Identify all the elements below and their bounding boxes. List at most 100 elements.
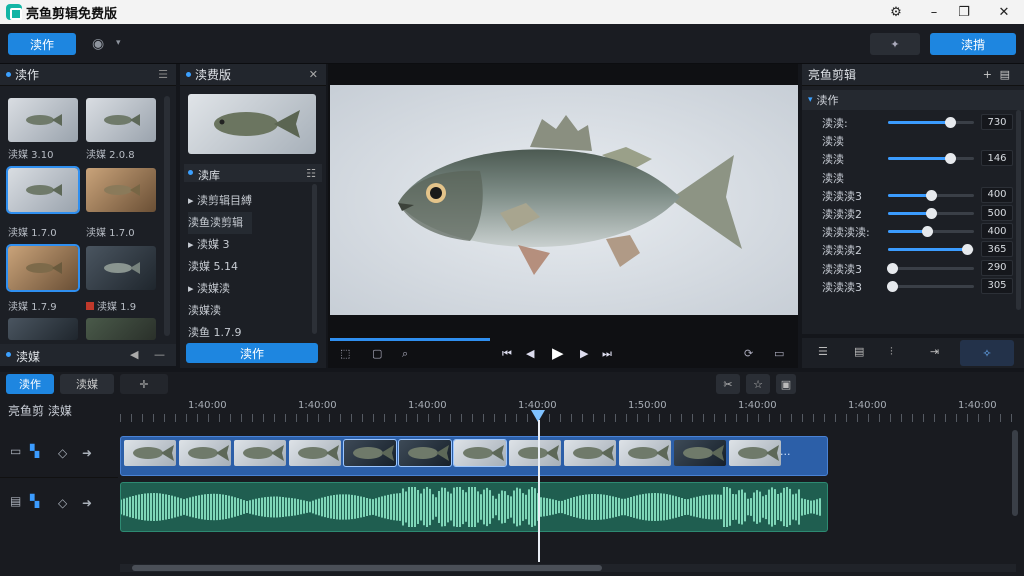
media-thumb[interactable] (8, 318, 78, 340)
fullscreen-icon[interactable]: ▢ (372, 347, 382, 360)
property-row: 渎渎: 730 (806, 112, 1016, 132)
audio-link-icon[interactable]: ➜ (82, 446, 92, 460)
snapshot-icon[interactable]: ▣ (776, 374, 796, 394)
property-slider[interactable] (888, 244, 974, 256)
timeline-scrollbar-thumb[interactable] (132, 565, 602, 571)
timeline-vscroll[interactable] (1012, 430, 1018, 516)
property-slider[interactable] (888, 208, 974, 219)
property-slider[interactable] (888, 226, 974, 238)
property-value[interactable]: 290 (981, 259, 1013, 276)
property-value[interactable]: 365 (981, 241, 1013, 258)
media-footer-title: 渎媒 (16, 350, 41, 364)
record-icon[interactable]: ◉ (92, 36, 104, 52)
chevron-down-icon[interactable]: ▾ (116, 38, 121, 48)
export-button[interactable]: 渎揹 (930, 33, 1016, 55)
audio-clip[interactable] (120, 482, 828, 532)
property-label: 渎渎渎2 (822, 244, 862, 258)
ruler-ticks (120, 414, 1020, 422)
prev-frame-icon[interactable]: ◀ (526, 347, 534, 360)
visibility-icon[interactable]: ◇ (58, 446, 67, 460)
folder-icon[interactable]: ▤ (1000, 68, 1010, 81)
media-thumb[interactable] (8, 98, 78, 142)
media-footer: 渎媒 ◀ — (0, 344, 176, 366)
clip-list-item[interactable]: 渎鱼 1.7.9 (188, 322, 252, 344)
clip-list-item[interactable]: 渎媒渎 (188, 300, 252, 322)
search-icon[interactable]: ⌕ (402, 347, 408, 361)
slider-knob[interactable] (926, 208, 937, 219)
slider-knob[interactable] (887, 262, 899, 274)
media-thumb[interactable] (86, 318, 156, 340)
media-thumb[interactable] (86, 98, 156, 142)
arrow-left-icon[interactable]: ◀ (130, 348, 138, 361)
media-scrollbar[interactable] (164, 96, 170, 336)
timeline-tab[interactable]: 渎媒 (60, 374, 114, 394)
media-thumb[interactable] (6, 166, 80, 214)
media-thumb[interactable] (86, 168, 156, 212)
slider-knob[interactable] (944, 153, 956, 165)
lock-icon[interactable]: ▚ (30, 444, 39, 458)
property-slider[interactable] (887, 280, 974, 292)
property-slider[interactable] (888, 117, 974, 128)
property-value[interactable]: 305 (981, 277, 1013, 294)
video-frame-thumb (729, 440, 781, 466)
skip-end-icon[interactable]: ⏭ (602, 347, 612, 361)
crop-icon[interactable]: ⬚ (340, 347, 350, 360)
clip-scrollbar[interactable] (312, 184, 317, 334)
clip-list-item[interactable]: 渎鱼渎剪辑 (188, 212, 253, 234)
close-panel-icon[interactable]: ✕ (309, 68, 318, 81)
levels-icon[interactable]: ⫶ (890, 345, 893, 359)
monitor-icon[interactable]: ▭ (774, 347, 784, 360)
property-value[interactable]: 400 (981, 186, 1013, 203)
loop-icon[interactable]: ⟳ (744, 347, 753, 360)
media-thumb[interactable] (6, 244, 80, 292)
video-frame-thumb (398, 439, 452, 467)
filter-icon[interactable]: ☷ (306, 167, 316, 180)
timeline-tool[interactable]: ✛ (120, 374, 168, 394)
lock-icon[interactable]: ▚ (30, 494, 39, 508)
media-thumb[interactable] (86, 246, 156, 290)
clip-list-item[interactable]: 渎媒 5.14 (188, 256, 252, 278)
property-label: 渎渎: (822, 117, 848, 130)
next-frame-icon[interactable]: ▶ (580, 347, 588, 360)
clip-list-item[interactable]: ▸ 渎媒渎 (188, 278, 252, 300)
export-arrow-icon[interactable]: ⇥ (930, 345, 939, 358)
more-icon[interactable]: ··· (780, 448, 791, 461)
timeline-tab[interactable]: 渎作 (6, 374, 54, 394)
maximize-button[interactable]: ❐ (946, 0, 982, 24)
slider-fill (888, 248, 968, 252)
clip-preview[interactable] (188, 94, 316, 154)
slider-knob[interactable] (962, 244, 974, 256)
close-button[interactable]: ✕ (986, 0, 1022, 24)
property-slider[interactable] (887, 262, 974, 274)
gear-button[interactable]: ✦ (870, 33, 920, 55)
create-button[interactable]: 渎作 (8, 33, 76, 55)
property-value[interactable]: 500 (981, 205, 1013, 221)
slider-knob[interactable] (944, 117, 956, 128)
star-icon[interactable]: ☆ (746, 374, 770, 394)
split-icon[interactable]: ✂ (716, 374, 740, 394)
menu-icon[interactable]: ☰ (158, 68, 168, 81)
skip-start-icon[interactable]: ⏮ (502, 347, 512, 361)
document-icon[interactable]: ▤ (854, 345, 864, 358)
audio-link-icon[interactable]: ➜ (82, 496, 92, 510)
minus-icon[interactable]: — (154, 348, 165, 361)
clip-apply-button[interactable]: 渎作 (186, 343, 318, 363)
clip-list-item[interactable]: ▸ 渎媒 3 (188, 234, 252, 256)
visibility-icon[interactable]: ◇ (58, 496, 67, 510)
clip-list-item[interactable]: ▸ 渎剪辑目縛 (188, 190, 252, 212)
property-slider[interactable] (888, 189, 974, 201)
adjust-button[interactable]: ✧ (960, 340, 1014, 366)
property-value[interactable]: 400 (981, 223, 1013, 240)
slider-knob[interactable] (926, 189, 937, 201)
slider-knob[interactable] (887, 280, 899, 292)
add-icon[interactable]: + (983, 68, 992, 81)
properties-scrollbar[interactable] (1016, 110, 1021, 310)
property-slider[interactable] (888, 153, 974, 165)
property-value[interactable]: 730 (981, 114, 1013, 130)
settings-icon[interactable]: ⚙ (878, 0, 914, 24)
chevron-down-icon[interactable]: ▾ (808, 95, 813, 105)
play-icon[interactable]: ▶ (552, 344, 564, 362)
property-value[interactable]: 146 (981, 150, 1013, 167)
slider-knob[interactable] (921, 226, 933, 238)
list-icon[interactable]: ☰ (818, 345, 828, 358)
